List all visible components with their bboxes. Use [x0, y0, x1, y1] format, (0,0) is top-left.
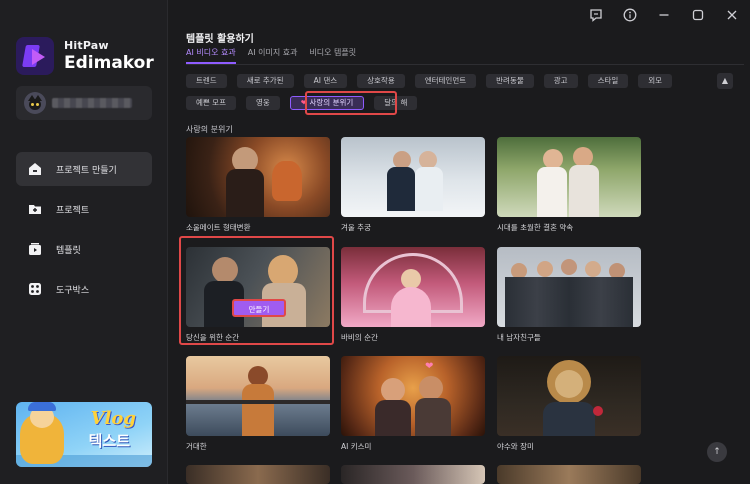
chip-hero[interactable]: 영웅: [245, 96, 280, 110]
sidebar-item-label: 프로젝트: [56, 205, 90, 216]
page-title: 템플릿 활용하기: [186, 34, 254, 45]
category-chips: 트렌드 새로 추가된 AI 댄스 상호작용 엔터테인먼트 반려동물 광고 스타일…: [186, 74, 706, 118]
template-card[interactable]: 시대를 초월한 결혼 약속: [497, 137, 641, 233]
template-card[interactable]: 소울메이트 형태변환: [186, 137, 330, 233]
promo-title: Vlog: [90, 408, 136, 429]
sidebar-item-label: 프로젝트 만들기: [56, 165, 117, 176]
chip-ai-dance[interactable]: AI 댄스: [303, 74, 348, 88]
template-card[interactable]: [341, 465, 485, 484]
app-logo: HitPaw Edimakor: [16, 37, 154, 75]
edimakor-logo-icon: [16, 37, 54, 75]
sidebar-item-label: 템플릿: [56, 245, 81, 256]
tab-video-templates[interactable]: 비디오 템플릿: [309, 47, 356, 64]
toolbox-icon: [29, 283, 41, 295]
template-thumbnail: [497, 247, 641, 327]
template-label: 당신을 위한 순간: [186, 333, 240, 342]
chip-interaction[interactable]: 상호작용: [357, 74, 405, 88]
template-card[interactable]: 야수와 장미: [497, 356, 641, 452]
template-label: 소울메이트 형태변환: [186, 223, 251, 232]
vlog-text-promo-banner[interactable]: Vlog 텍스트: [16, 402, 152, 467]
subsection-title: 사랑의 분위기: [186, 125, 233, 134]
template-thumbnail: [341, 247, 485, 327]
template-card[interactable]: 바비의 순간: [341, 247, 485, 343]
chip-trend[interactable]: 트렌드: [186, 74, 227, 88]
brand-big: Edimakor: [64, 53, 154, 73]
template-thumbnail: ❤: [341, 356, 485, 436]
chevron-up-icon[interactable]: ▲: [717, 73, 733, 89]
template-card[interactable]: 만들기 당신을 위한 순간: [186, 247, 330, 343]
template-thumbnail: [186, 137, 330, 217]
username-blurred: [52, 98, 132, 108]
sidebar-nav: 프로젝트 만들기 프로젝트 템플릿 도구박스: [16, 152, 152, 312]
template-label: 겨울 추궁: [341, 223, 371, 232]
selected-chip-highlight: [305, 91, 397, 115]
chip-ads[interactable]: 광고: [543, 74, 578, 88]
brand-small: HitPaw: [64, 39, 109, 52]
sidebar-item-label: 도구박스: [56, 285, 90, 296]
sidebar-item-toolbox[interactable]: 도구박스: [16, 272, 152, 306]
folder-plus-icon: [29, 205, 41, 214]
make-button[interactable]: 만들기: [232, 299, 286, 317]
chip-appearance[interactable]: 외모: [638, 74, 673, 88]
avatar: [24, 92, 46, 114]
tab-ai-video-effects[interactable]: AI 비디오 효과: [186, 47, 236, 64]
template-thumbnail: [497, 356, 641, 436]
chip-pretty-morph[interactable]: 예쁜 모프: [186, 96, 236, 110]
promo-subtitle: 텍스트: [88, 432, 130, 450]
template-label: 야수와 장미: [497, 442, 534, 451]
sidebar: HitPaw Edimakor 프로젝트 만들기 프로젝트 템플릿 도구박스 V…: [0, 0, 168, 484]
template-thumbnail: [497, 137, 641, 217]
sidebar-item-templates[interactable]: 템플릿: [16, 232, 152, 266]
template-label: 시대를 초월한 결혼 약속: [497, 223, 574, 232]
template-thumbnail: [186, 465, 330, 484]
template-label: 바비의 순간: [341, 333, 378, 342]
tabs-divider: [186, 64, 744, 65]
template-card[interactable]: [186, 465, 330, 484]
home-icon: [29, 163, 41, 175]
scroll-to-top-button[interactable]: ↑: [707, 442, 727, 462]
chip-style[interactable]: 스타일: [587, 74, 629, 88]
effect-tabs: AI 비디오 효과 AI 이미지 효과 비디오 템플릿: [186, 47, 368, 64]
template-label: AI 키스미: [341, 442, 372, 451]
chip-new[interactable]: 새로 추가된: [236, 74, 294, 88]
tab-ai-image-effects[interactable]: AI 이미지 효과: [248, 47, 298, 64]
template-label: 거대한: [186, 442, 207, 451]
template-card[interactable]: [497, 465, 641, 484]
user-account[interactable]: [16, 86, 152, 120]
chip-pets[interactable]: 반려동물: [486, 74, 534, 88]
template-card[interactable]: 거대한: [186, 356, 330, 452]
template-thumbnail: [341, 465, 485, 484]
main-content: 템플릿 활용하기 AI 비디오 효과 AI 이미지 효과 비디오 템플릿 트렌드…: [169, 0, 750, 484]
template-thumbnail: [341, 137, 485, 217]
sidebar-item-projects[interactable]: 프로젝트: [16, 192, 152, 226]
template-label: 내 남자친구들: [497, 333, 541, 342]
sidebar-item-create-project[interactable]: 프로젝트 만들기: [16, 152, 152, 186]
template-card[interactable]: ❤ AI 키스미: [341, 356, 485, 452]
template-thumbnail: [497, 465, 641, 484]
chip-entertainment[interactable]: 엔터테인먼트: [414, 74, 477, 88]
template-card[interactable]: 내 남자친구들: [497, 247, 641, 343]
template-card[interactable]: 겨울 추궁: [341, 137, 485, 233]
template-icon: [29, 243, 41, 255]
template-thumbnail: [186, 356, 330, 436]
arrow-up-icon: ↑: [713, 447, 721, 457]
